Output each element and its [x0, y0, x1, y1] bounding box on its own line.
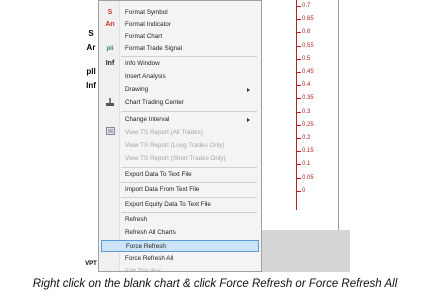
format-indicator-icon: An: [105, 21, 115, 28]
menu-item-label: Force Refresh: [126, 243, 166, 250]
axis-tick-label: 0.15: [302, 148, 314, 155]
axis-tick-label: 0.25: [302, 121, 314, 128]
axis-tick-label: 0.35: [302, 95, 314, 102]
menu-item-label: Info Window: [125, 60, 160, 67]
menu-item-view-ts-report-long: View TS Report (Long Trades Only): [100, 140, 260, 152]
menu-item-info-window[interactable]: Inf Info Window: [100, 58, 260, 70]
axis-tick: [297, 58, 301, 60]
menu-item-label: Refresh: [125, 216, 148, 223]
menu-separator: [121, 111, 257, 112]
menu-separator: [121, 182, 257, 183]
menu-item-label: Format Indicator: [125, 21, 171, 28]
axis-tick-label: 0.7: [302, 3, 311, 9]
axis-tick-label: 0.6: [302, 29, 311, 36]
trade-center-icon: [104, 97, 116, 109]
menu-item-chart-trading-center[interactable]: Chart Trading Center: [100, 97, 260, 109]
menu-item-edit-this-bar: Edit This Bar: [100, 266, 260, 272]
submenu-arrow-icon: [247, 88, 250, 92]
context-menu: S Format Symbol An Format Indicator Form…: [98, 0, 262, 272]
menu-item-change-interval[interactable]: Change Interval: [100, 114, 260, 126]
axis-tick-label: 0: [302, 187, 306, 194]
axis-tick-label: 0.2: [302, 135, 311, 141]
report-icon: [104, 127, 116, 139]
menu-item-label: Insert Analysis: [125, 73, 166, 80]
menu-item-export-equity-data[interactable]: Export Equity Data To Text File: [100, 199, 260, 211]
menu-separator: [121, 197, 257, 198]
axis-tick-label: 0.55: [302, 42, 314, 49]
menu-item-label: Refresh All Charts: [125, 229, 176, 236]
axis-tick-label: 0.4: [302, 82, 311, 89]
menu-separator: [121, 212, 257, 213]
axis-tick: [297, 164, 301, 166]
axis-tick-label: 0.45: [302, 69, 314, 75]
menu-item-label: Format Trade Signal: [125, 45, 183, 52]
menu-item-view-ts-report-short: View TS Report (Short Trades Only): [100, 153, 260, 165]
format-symbol-icon: S: [107, 9, 113, 16]
axis-tick: [297, 85, 301, 87]
axis-tick: [297, 111, 301, 113]
axis-tick: [297, 45, 301, 47]
axis-tick: [297, 19, 301, 21]
axis-tick: [297, 177, 301, 179]
info-window-icon: Inf: [105, 60, 115, 67]
menu-item-force-refresh-all[interactable]: Force Refresh All: [100, 253, 260, 265]
axis-tick: [297, 32, 301, 34]
menu-item-format-indicator[interactable]: An Format Indicator: [100, 19, 260, 31]
menu-item-label: View TS Report (Long Trades Only): [125, 142, 225, 149]
axis-tick: [297, 138, 301, 139]
menu-item-label: Export Equity Data To Text File: [125, 201, 211, 208]
axis-tick-label: 0.3: [302, 108, 311, 115]
menu-item-format-chart[interactable]: Format Chart: [100, 31, 260, 43]
info-side-icon: Inf: [86, 81, 96, 90]
menu-item-label: View TS Report (All Trades): [125, 129, 203, 136]
menu-item-label: Force Refresh All: [125, 255, 174, 262]
menu-item-label: Edit This Bar: [125, 268, 161, 272]
menu-item-import-data[interactable]: Import Data From Text File: [100, 184, 260, 196]
menu-item-label: Drawing: [125, 86, 149, 93]
axis-tick: [297, 6, 301, 7]
symbol-side-icon: S: [88, 29, 94, 38]
menu-item-refresh-all-charts[interactable]: Refresh All Charts: [100, 227, 260, 239]
menu-item-label: Import Data From Text File: [125, 186, 200, 193]
menu-separator: [121, 167, 257, 168]
axis-tick: [297, 190, 301, 192]
menu-item-label: Export Data To Text File: [125, 171, 192, 178]
axis-tick-label: 0.65: [302, 16, 314, 23]
indicator-side-icon: Ar: [86, 43, 96, 52]
axis-tick: [297, 124, 301, 126]
axis-tick-label: 0.1: [302, 161, 311, 168]
submenu-arrow-icon: [247, 118, 250, 122]
instruction-caption: Right click on the blank chart & click F…: [32, 278, 398, 290]
menu-item-export-data[interactable]: Export Data To Text File: [100, 169, 260, 181]
menu-item-format-symbol[interactable]: S Format Symbol: [100, 7, 260, 19]
menu-item-label: Format Symbol: [125, 9, 168, 16]
menu-item-label: Change Interval: [125, 116, 170, 123]
chart-right-border: [338, 0, 339, 230]
menu-item-drawing[interactable]: Drawing: [100, 84, 260, 96]
menu-item-label: View TS Report (Short Trades Only): [125, 155, 226, 162]
menu-item-label: Format Chart: [125, 33, 163, 40]
menu-item-view-ts-report-all: View TS Report (All Trades): [100, 127, 260, 139]
menu-item-force-refresh[interactable]: Force Refresh: [101, 240, 259, 252]
vpt-side-icon: VPT: [85, 261, 97, 267]
trade-signal-icon: pll: [106, 46, 114, 52]
trade-signal-side-icon: pll: [86, 67, 96, 76]
menu-separator: [121, 56, 257, 57]
menu-item-label: Chart Trading Center: [125, 99, 184, 106]
axis-tick: [297, 151, 301, 153]
menu-item-insert-analysis[interactable]: Insert Analysis: [100, 71, 260, 83]
menu-item-format-trade-signal[interactable]: pll Format Trade Signal: [100, 43, 260, 55]
axis-tick: [297, 72, 301, 73]
menu-item-refresh[interactable]: Refresh: [100, 214, 260, 226]
axis-tick-label: 0.05: [302, 174, 314, 181]
axis-tick-label: 0.5: [302, 55, 311, 62]
screenshot-region: 0.7 0.65 0.6 0.55 0.5 0.45 0.4 0.35 0.3 0.25 0.2 0.…: [80, 0, 350, 272]
axis-tick: [297, 98, 301, 100]
